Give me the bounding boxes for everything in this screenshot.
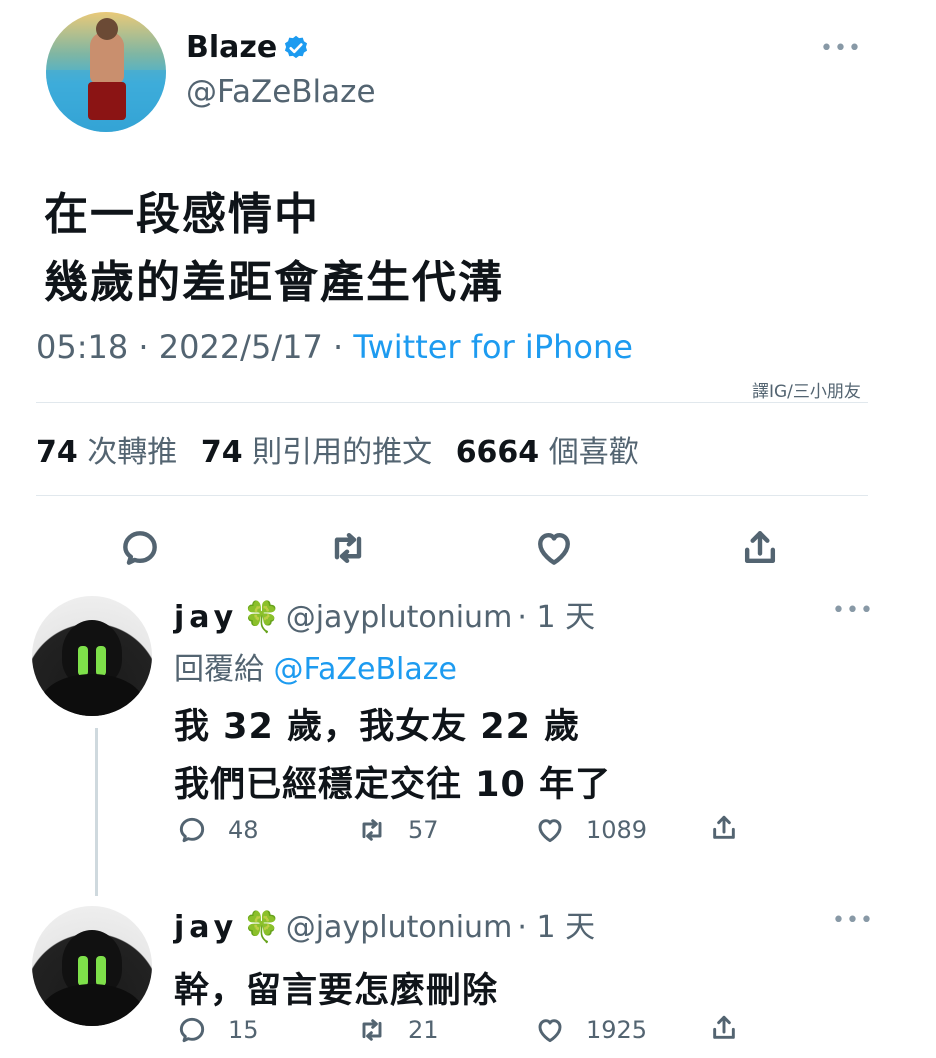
like-icon[interactable]: [532, 526, 576, 570]
more-icon[interactable]: •••: [832, 598, 874, 623]
reply-icon[interactable]: [176, 814, 208, 846]
reply-author-handle[interactable]: @jayplutonium: [286, 600, 513, 635]
meta-separator-1: ·: [128, 328, 159, 366]
quotes-stat[interactable]: 74 則引用的推文: [201, 435, 432, 470]
retweet-count: 57: [408, 816, 439, 844]
share-icon[interactable]: [708, 1012, 740, 1044]
retweets-stat[interactable]: 74 次轉推: [36, 435, 177, 470]
reply-to-mention[interactable]: @FaZeBlaze: [274, 652, 457, 687]
reply-count: 15: [228, 1016, 259, 1044]
tweet-text-line-2: 幾歲的差距會產生代溝: [44, 257, 504, 308]
like-icon[interactable]: [534, 814, 566, 846]
retweet-count: 21: [408, 1016, 439, 1044]
verified-badge-icon: [284, 35, 308, 59]
author-name[interactable]: Blaze: [186, 30, 277, 65]
divider: [36, 495, 868, 496]
author-avatar[interactable]: [46, 12, 166, 132]
tweet-text-line-1: 在一段感情中: [44, 189, 320, 240]
reply-header: jay 🍀 @jayplutonium · 1 天: [174, 902, 595, 946]
reply-author-name[interactable]: jay: [174, 600, 238, 635]
reply-age[interactable]: · 1 天: [517, 600, 595, 635]
thread-line: [95, 728, 98, 896]
share-icon[interactable]: [738, 526, 782, 570]
clover-icon: 🍀: [243, 910, 281, 945]
author-handle[interactable]: @FaZeBlaze: [186, 74, 376, 110]
divider: [36, 402, 868, 403]
tweet-meta: 05:18 · 2022/5/17 · Twitter for iPhone: [36, 328, 633, 366]
tweet-time[interactable]: 05:18: [36, 328, 128, 366]
tweet-stats: 74 次轉推 74 則引用的推文 6664 個喜歡: [36, 427, 653, 471]
like-icon[interactable]: [534, 1014, 566, 1046]
share-icon[interactable]: [708, 812, 740, 844]
reply-text-line-2: 我們已經穩定交往 10 年了: [174, 765, 612, 805]
reply-to-label: 回覆給: [174, 652, 264, 687]
clover-icon: 🍀: [243, 600, 281, 635]
more-icon[interactable]: •••: [820, 36, 862, 61]
like-count: 1925: [586, 1016, 648, 1044]
reply-author-name[interactable]: jay: [174, 910, 238, 945]
like-count: 1089: [586, 816, 648, 844]
reply-text-line-1: 我 32 歲，我女友 22 歲: [174, 707, 581, 747]
reply-count: 48: [228, 816, 259, 844]
reply-to: 回覆給 @FaZeBlaze: [174, 644, 457, 688]
more-icon[interactable]: •••: [832, 908, 874, 933]
tweet-source[interactable]: Twitter for iPhone: [353, 328, 633, 366]
retweet-icon[interactable]: [356, 814, 388, 846]
reply-header: jay 🍀 @jayplutonium · 1 天: [174, 592, 595, 636]
retweet-icon[interactable]: [326, 526, 370, 570]
reply-avatar[interactable]: [32, 906, 152, 1026]
reply-text-line-1: 幹，留言要怎麼刪除: [174, 971, 499, 1011]
reply-icon[interactable]: [176, 1014, 208, 1046]
reply-age[interactable]: · 1 天: [517, 910, 595, 945]
meta-separator-2: ·: [322, 328, 354, 366]
retweet-icon[interactable]: [356, 1014, 388, 1046]
likes-stat[interactable]: 6664 個喜歡: [456, 435, 639, 470]
translation-credit: 譯IG/三小朋友: [752, 382, 861, 402]
reply-avatar[interactable]: [32, 596, 152, 716]
reply-author-handle[interactable]: @jayplutonium: [286, 910, 513, 945]
tweet-date[interactable]: 2022/5/17: [159, 328, 323, 366]
reply-icon[interactable]: [118, 526, 162, 570]
